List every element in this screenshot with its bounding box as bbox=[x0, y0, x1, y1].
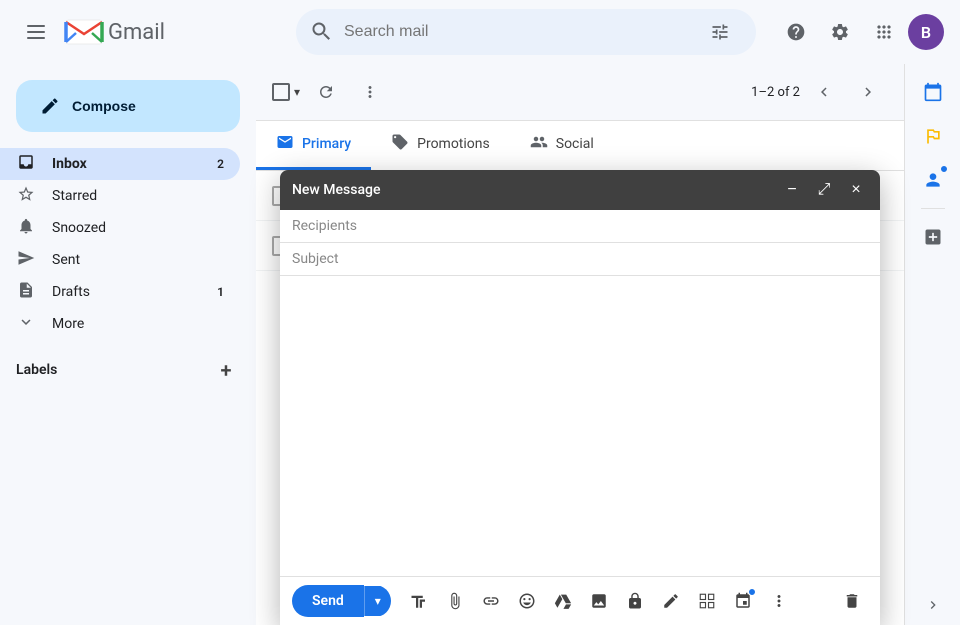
calendar-app-button[interactable] bbox=[913, 72, 953, 112]
topbar: Gmail B bbox=[0, 0, 960, 64]
sidebar-item-sent[interactable]: Sent bbox=[0, 244, 240, 276]
prev-page-button[interactable] bbox=[804, 72, 844, 112]
confidential-mode-button[interactable] bbox=[619, 585, 651, 617]
schedule-badge-dot bbox=[748, 588, 756, 596]
apps-button[interactable] bbox=[864, 12, 904, 52]
compose-controls: − ⤢ × bbox=[780, 178, 868, 202]
settings-button[interactable] bbox=[820, 12, 860, 52]
more-footer-button[interactable] bbox=[763, 585, 795, 617]
compose-label: Compose bbox=[72, 98, 136, 114]
search-filter-button[interactable] bbox=[700, 12, 740, 52]
avatar[interactable]: B bbox=[908, 14, 944, 50]
more-sending-options-button[interactable] bbox=[691, 585, 723, 617]
insert-photo-button[interactable] bbox=[583, 585, 615, 617]
snoozed-icon bbox=[16, 217, 36, 240]
labels-title: Labels bbox=[16, 362, 57, 378]
tabs: Primary Promotions Social bbox=[256, 121, 904, 171]
tasks-app-button[interactable] bbox=[913, 116, 953, 156]
promotions-tab-icon bbox=[391, 133, 409, 155]
right-sidebar bbox=[904, 64, 960, 625]
topbar-right: B bbox=[776, 12, 944, 52]
help-button[interactable] bbox=[776, 12, 816, 52]
right-divider bbox=[921, 208, 945, 209]
sidebar-label-more: More bbox=[52, 316, 84, 332]
sidebar-label-sent: Sent bbox=[52, 252, 80, 268]
primary-tab-icon bbox=[276, 133, 294, 155]
page-info: 1–2 of 2 bbox=[751, 85, 800, 100]
labels-section: Labels + bbox=[0, 340, 256, 400]
select-all-area[interactable]: ▾ bbox=[272, 83, 302, 101]
labels-add-button[interactable]: + bbox=[212, 356, 240, 384]
tab-primary[interactable]: Primary bbox=[256, 121, 371, 170]
select-all-checkbox[interactable] bbox=[272, 83, 290, 101]
insert-signature-button[interactable] bbox=[655, 585, 687, 617]
search-input[interactable] bbox=[344, 23, 688, 41]
contacts-app-button[interactable] bbox=[913, 160, 953, 200]
subject-field[interactable] bbox=[280, 243, 880, 276]
sidebar-label-drafts: Drafts bbox=[52, 284, 90, 300]
tab-promotions[interactable]: Promotions bbox=[371, 121, 510, 170]
more-icon bbox=[16, 313, 36, 336]
compose-button[interactable]: Compose bbox=[16, 80, 240, 132]
attach-button[interactable] bbox=[439, 585, 471, 617]
more-options-button[interactable] bbox=[350, 72, 390, 112]
compose-window: New Message − ⤢ × Send ▾ bbox=[280, 170, 880, 625]
compose-footer: Send ▾ bbox=[280, 576, 880, 625]
compose-minimize-button[interactable]: − bbox=[780, 178, 804, 202]
compose-close-button[interactable]: × bbox=[844, 178, 868, 202]
next-page-button[interactable] bbox=[848, 72, 888, 112]
formatting-button[interactable] bbox=[403, 585, 435, 617]
sidebar-label-snoozed: Snoozed bbox=[52, 220, 106, 236]
sidebar-item-more[interactable]: More bbox=[0, 308, 240, 340]
drafts-badge: 1 bbox=[217, 285, 224, 299]
social-tab-icon bbox=[530, 133, 548, 155]
sidebar-item-inbox[interactable]: Inbox 2 bbox=[0, 148, 240, 180]
tab-social-label: Social bbox=[556, 136, 594, 152]
sidebar: Compose Inbox 2 Starred bbox=[0, 64, 256, 625]
search-bar[interactable] bbox=[296, 9, 756, 55]
insert-link-button[interactable] bbox=[475, 585, 507, 617]
toolbar: ▾ 1–2 of 2 bbox=[256, 64, 904, 121]
starred-icon bbox=[16, 185, 36, 208]
compose-header[interactable]: New Message − ⤢ × bbox=[280, 170, 880, 210]
drafts-icon bbox=[16, 281, 36, 304]
sidebar-label-starred: Starred bbox=[52, 188, 97, 204]
insert-emoji-button[interactable] bbox=[511, 585, 543, 617]
labels-header: Labels + bbox=[16, 348, 240, 392]
send-dropdown-button[interactable]: ▾ bbox=[364, 586, 391, 616]
right-panel-expand-button[interactable] bbox=[921, 593, 945, 617]
send-button-group: Send ▾ bbox=[292, 585, 391, 617]
compose-icon bbox=[40, 96, 60, 116]
sidebar-item-snoozed[interactable]: Snoozed bbox=[0, 212, 240, 244]
page-nav bbox=[804, 72, 888, 112]
gmail-logo: Gmail bbox=[64, 18, 165, 46]
tab-social[interactable]: Social bbox=[510, 121, 614, 170]
sidebar-label-inbox: Inbox bbox=[52, 156, 87, 172]
discard-draft-button[interactable] bbox=[836, 585, 868, 617]
sent-icon bbox=[16, 249, 36, 272]
insert-drive-button[interactable] bbox=[547, 585, 579, 617]
contacts-badge bbox=[939, 164, 949, 174]
compose-maximize-button[interactable]: ⤢ bbox=[812, 178, 836, 202]
compose-title: New Message bbox=[292, 182, 780, 198]
send-button[interactable]: Send bbox=[292, 585, 364, 617]
compose-body[interactable] bbox=[280, 276, 880, 576]
tab-promotions-label: Promotions bbox=[417, 136, 490, 152]
sidebar-item-drafts[interactable]: Drafts 1 bbox=[0, 276, 240, 308]
add-app-button[interactable] bbox=[913, 217, 953, 257]
refresh-button[interactable] bbox=[306, 72, 346, 112]
sidebar-item-starred[interactable]: Starred bbox=[0, 180, 240, 212]
search-icon bbox=[312, 22, 332, 42]
topbar-left: Gmail bbox=[16, 12, 276, 52]
menu-button[interactable] bbox=[16, 12, 56, 52]
inbox-icon bbox=[16, 153, 36, 176]
inbox-badge: 2 bbox=[217, 157, 224, 171]
schedule-send-button[interactable] bbox=[727, 585, 759, 617]
gmail-logo-text: Gmail bbox=[108, 20, 165, 45]
tab-primary-label: Primary bbox=[302, 136, 351, 152]
recipients-field[interactable] bbox=[280, 210, 880, 243]
select-dropdown-button[interactable]: ▾ bbox=[292, 83, 302, 101]
